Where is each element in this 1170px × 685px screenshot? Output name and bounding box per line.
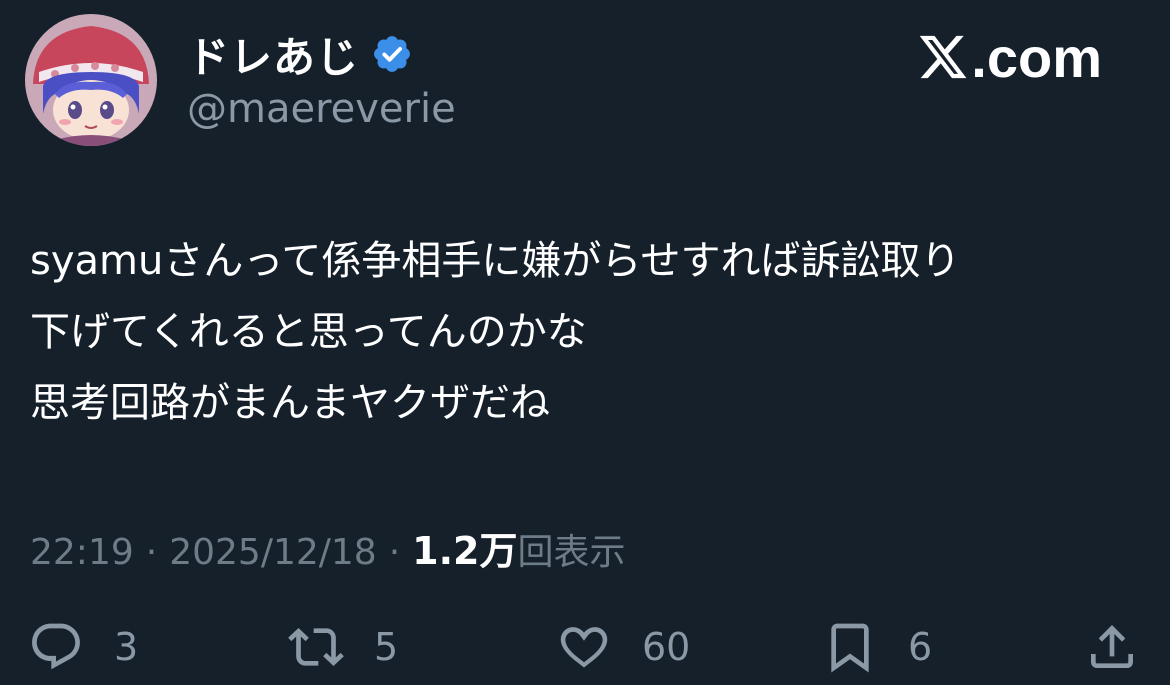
views-count[interactable]: 1.2万 bbox=[412, 520, 517, 575]
share-button[interactable] bbox=[1084, 614, 1140, 680]
tweet-line: syamuさんって係争相手に嫌がらせすれば訴訟取り bbox=[30, 238, 961, 284]
tweet-date[interactable]: 2025/12/18 bbox=[169, 532, 377, 573]
reply-button[interactable]: 3 bbox=[28, 614, 138, 680]
meta-separator: · bbox=[388, 532, 401, 573]
tweet-meta: 22:19 · 2025/12/18 · 1.2万 回表示 bbox=[30, 520, 626, 575]
verified-badge-icon bbox=[371, 33, 413, 75]
reply-count: 3 bbox=[114, 625, 139, 669]
site-watermark: .com bbox=[917, 25, 1102, 89]
avatar[interactable] bbox=[25, 14, 157, 146]
like-count: 60 bbox=[642, 625, 691, 669]
tweet-line: 下げてくれると思ってんのかな bbox=[30, 309, 587, 355]
bookmark-count: 6 bbox=[908, 625, 933, 669]
retweet-button[interactable]: 5 bbox=[288, 614, 398, 680]
like-button[interactable]: 60 bbox=[556, 614, 690, 680]
bookmark-icon bbox=[831, 623, 869, 673]
author-name-row[interactable]: ドレあじ bbox=[187, 26, 413, 82]
display-name[interactable]: ドレあじ bbox=[187, 24, 359, 85]
tweet-text: syamuさんって係争相手に嫌がらせすれば訴訟取り 下げてくれると思ってんのかな… bbox=[30, 226, 1150, 439]
retweet-icon bbox=[288, 628, 344, 666]
meta-separator: · bbox=[145, 532, 158, 573]
views-label: 回表示 bbox=[517, 532, 626, 573]
share-icon bbox=[1091, 625, 1133, 668]
site-domain-suffix: .com bbox=[971, 25, 1102, 89]
user-handle[interactable]: @maereverie bbox=[187, 86, 456, 132]
tweet-line: 思考回路がまんまヤクザだね bbox=[30, 380, 550, 426]
retweet-count: 5 bbox=[374, 625, 399, 669]
tweet-time[interactable]: 22:19 bbox=[30, 532, 134, 573]
reply-icon bbox=[32, 623, 80, 670]
action-bar: 3 5 60 6 bbox=[0, 614, 1170, 680]
bookmark-button[interactable]: 6 bbox=[822, 614, 932, 680]
heart-icon bbox=[560, 627, 608, 668]
avatar-image bbox=[25, 14, 157, 146]
x-logo-icon bbox=[917, 31, 969, 83]
